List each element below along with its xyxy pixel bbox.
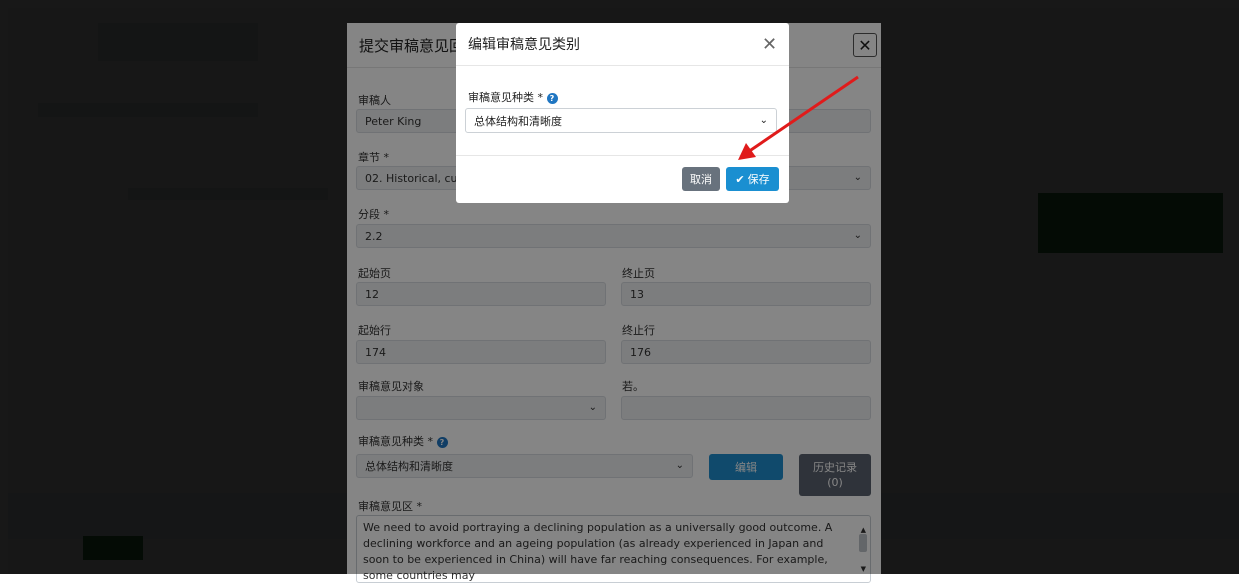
arrow-shaft bbox=[747, 75, 859, 154]
red-arrow-annotation bbox=[738, 75, 859, 160]
arrow-head-icon bbox=[738, 143, 756, 160]
